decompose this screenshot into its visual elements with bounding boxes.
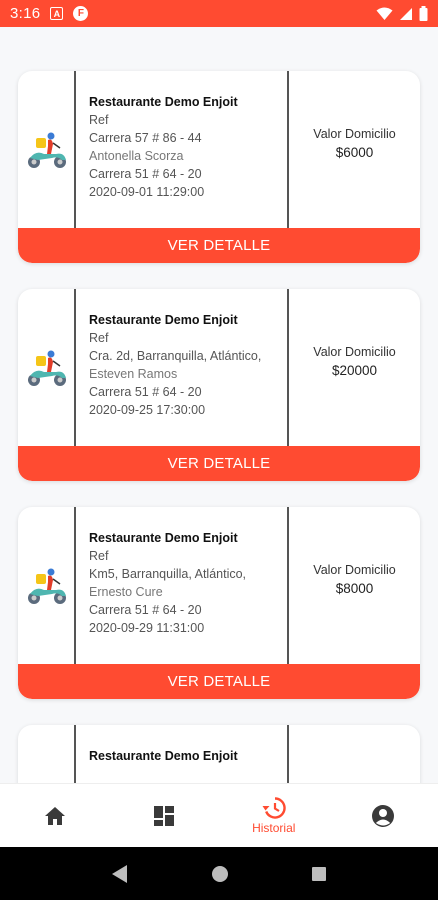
- account-circle-icon: [372, 804, 395, 827]
- order-details: Restaurante Demo Enjoit Ref Carrera 57 #…: [89, 93, 285, 201]
- recents-icon[interactable]: [311, 866, 327, 882]
- restaurant-name: Restaurante Demo Enjoit: [89, 749, 238, 763]
- view-detail-button[interactable]: VER DETALLE: [18, 228, 420, 263]
- delivery-address: Cra. 2d, Barranquilla, Atlántico,: [89, 349, 262, 363]
- status-time: 3:16: [10, 5, 41, 22]
- price-amount: $8000: [335, 581, 374, 596]
- order-card: Restaurante Demo Enjoit Ref Cra. 2d, Bar…: [18, 289, 420, 481]
- history-icon: [262, 796, 286, 819]
- order-ref: Ref: [89, 331, 109, 345]
- view-detail-button[interactable]: VER DETALLE: [18, 664, 420, 699]
- restaurant-name: Restaurante Demo Enjoit: [89, 313, 238, 327]
- delivery-address: Km5, Barranquilla, Atlántico,: [89, 567, 247, 581]
- nav-history[interactable]: Historial: [219, 784, 329, 847]
- status-indicators: [376, 6, 428, 21]
- scooter-delivery-icon: [18, 289, 75, 446]
- view-detail-button[interactable]: VER DETALLE: [18, 446, 420, 481]
- order-details: Restaurante Demo Enjoit Ref Km5, Barranq…: [89, 529, 285, 637]
- order-ref: Ref: [89, 549, 109, 563]
- delivery-price: Valor Domicilio $6000: [289, 127, 420, 160]
- card-divider: [74, 507, 76, 664]
- bottom-navigation: Historial: [0, 783, 438, 847]
- price-label: Valor Domicilio: [313, 345, 396, 359]
- status-bar: 3:16 A F: [0, 0, 438, 27]
- battery-icon: [419, 6, 428, 21]
- card-divider: [287, 725, 289, 783]
- nav-history-label: Historial: [252, 820, 296, 835]
- notification-f-icon: F: [73, 6, 89, 21]
- card-divider: [74, 725, 76, 783]
- system-navigation-bar: [0, 847, 438, 900]
- home-icon: [44, 806, 65, 825]
- signal-icon: [400, 7, 412, 20]
- order-details: Restaurante Demo Enjoit: [89, 747, 285, 765]
- customer-name: Esteven Ramos: [89, 367, 178, 381]
- order-details: Restaurante Demo Enjoit Ref Cra. 2d, Bar…: [89, 311, 285, 419]
- order-datetime: 2020-09-29 11:31:00: [89, 621, 205, 635]
- nav-profile[interactable]: [329, 784, 438, 847]
- nav-home[interactable]: [0, 784, 110, 847]
- price-label: Valor Domicilio: [313, 563, 396, 577]
- delivery-price: Valor Domicilio $8000: [289, 563, 420, 596]
- order-card: Restaurante Demo Enjoit Ref Km5, Barranq…: [18, 507, 420, 699]
- delivery-address: Carrera 57 # 86 - 44: [89, 131, 202, 145]
- restaurant-name: Restaurante Demo Enjoit: [89, 95, 238, 109]
- order-datetime: 2020-09-25 17:30:00: [89, 403, 206, 417]
- scooter-delivery-icon: [18, 71, 75, 228]
- wifi-icon: [376, 7, 393, 20]
- customer-name: Ernesto Cure: [89, 585, 163, 599]
- price-label: Valor Domicilio: [313, 127, 396, 141]
- price-amount: $6000: [335, 145, 374, 160]
- order-ref: Ref: [89, 113, 109, 127]
- delivery-price: Valor Domicilio $20000: [289, 345, 420, 378]
- origin-address: Carrera 51 # 64 - 20: [89, 603, 202, 617]
- nav-dashboard[interactable]: [110, 784, 220, 847]
- order-card: Restaurante Demo Enjoit: [18, 725, 420, 783]
- order-history-list[interactable]: Restaurante Demo Enjoit Ref Carrera 57 #…: [0, 27, 438, 783]
- card-divider: [74, 289, 76, 446]
- scooter-delivery-icon: [18, 507, 75, 664]
- notification-a-icon: A: [50, 7, 64, 20]
- restaurant-name: Restaurante Demo Enjoit: [89, 531, 238, 545]
- price-amount: $20000: [331, 363, 378, 378]
- order-card: Restaurante Demo Enjoit Ref Carrera 57 #…: [18, 71, 420, 263]
- back-icon[interactable]: [111, 864, 129, 884]
- order-datetime: 2020-09-01 11:29:00: [89, 185, 205, 199]
- origin-address: Carrera 51 # 64 - 20: [89, 167, 202, 181]
- origin-address: Carrera 51 # 64 - 20: [89, 385, 202, 399]
- customer-name: Antonella Scorza: [89, 149, 184, 163]
- home-circle-icon[interactable]: [211, 865, 229, 883]
- card-divider: [74, 71, 76, 228]
- dashboard-icon: [154, 805, 175, 826]
